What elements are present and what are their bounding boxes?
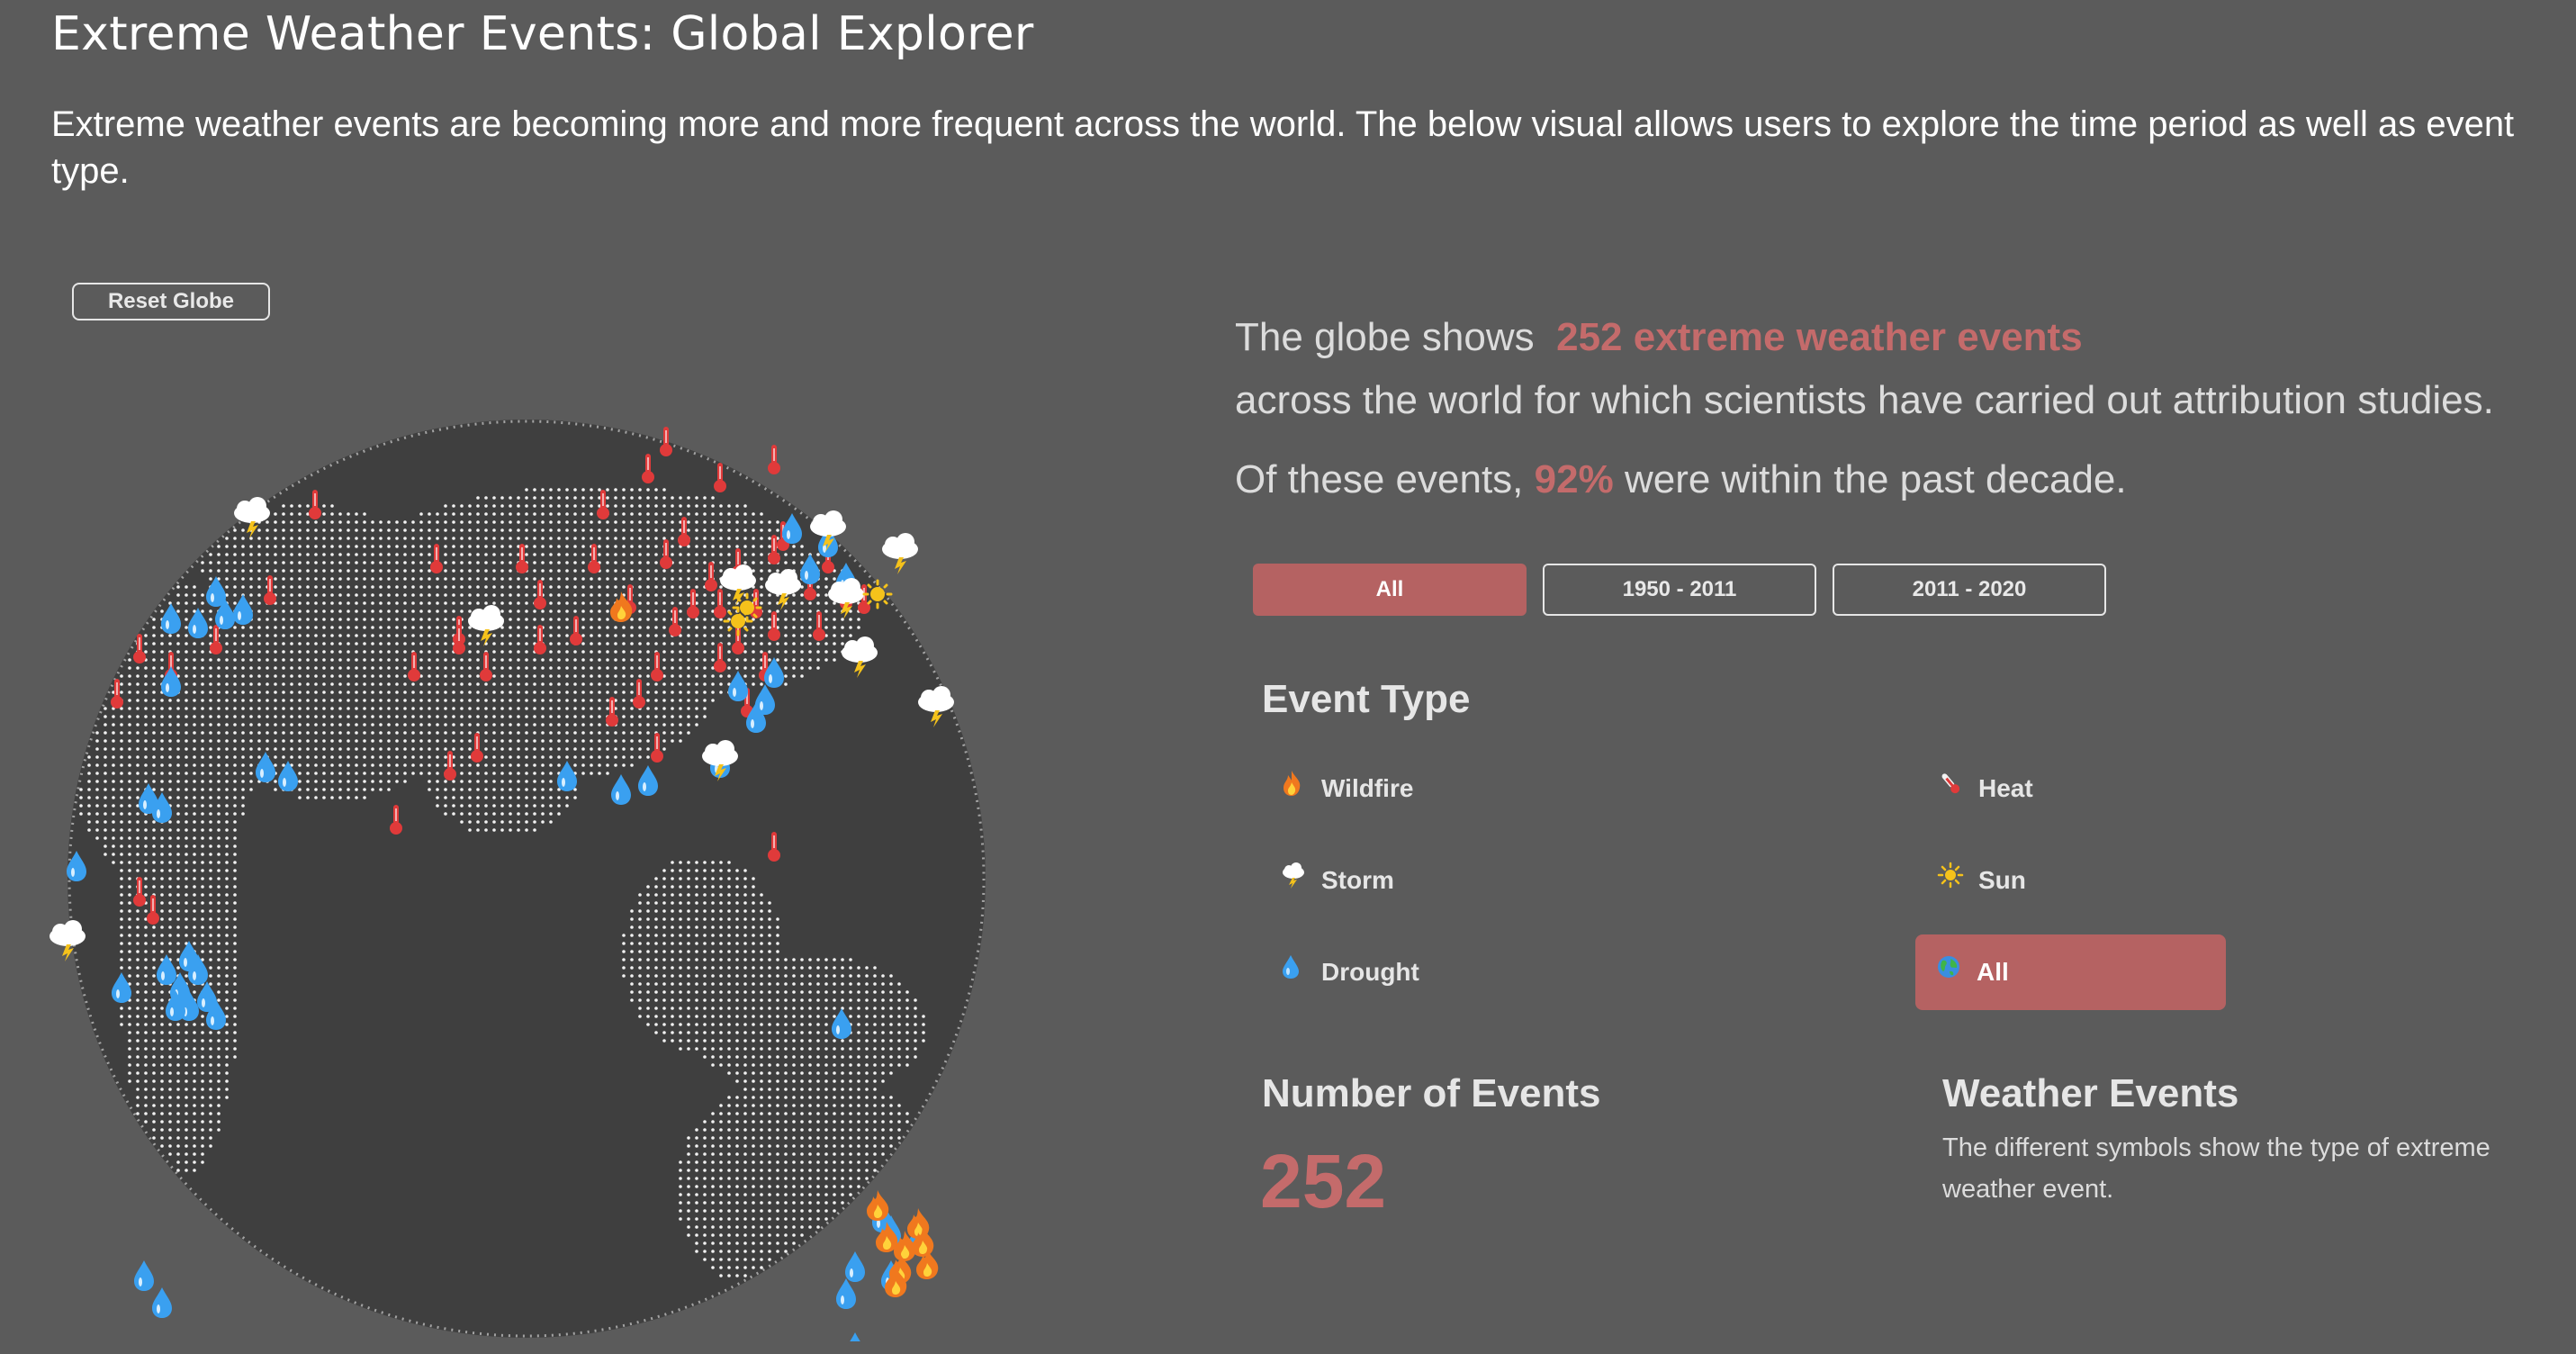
summary-prefix: Of these events,: [1235, 457, 1524, 501]
drought-marker: [836, 1278, 856, 1309]
storm-marker: [882, 533, 918, 574]
percent-highlight: 92%: [1534, 457, 1614, 501]
event-type-sun[interactable]: Sun: [1917, 843, 2223, 918]
sun-marker: [723, 606, 753, 636]
summary-line-3: Of these events, 92% were within the pas…: [1235, 457, 2127, 502]
event-type-heading: Event Type: [1262, 677, 1471, 721]
event-type-label: Storm: [1321, 866, 1394, 894]
number-of-events-heading: Number of Events: [1262, 1071, 1601, 1115]
event-type-heat[interactable]: Heat: [1917, 751, 2223, 826]
thermometer-icon: [1937, 751, 1969, 826]
period-all-button[interactable]: All: [1253, 564, 1527, 616]
storm-cloud-icon: [1280, 843, 1312, 918]
wildfire-marker: [867, 1190, 889, 1221]
summary-line-1: The globe shows 252 extreme weather even…: [1235, 315, 2083, 360]
weather-events-heading: Weather Events: [1942, 1071, 2239, 1115]
reset-globe-button[interactable]: Reset Globe: [72, 283, 270, 320]
event-type-wildfire[interactable]: Wildfire: [1260, 751, 1566, 826]
drought-marker: [850, 1332, 860, 1341]
event-type-label: Wildfire: [1321, 774, 1414, 802]
sun-marker: [862, 579, 893, 609]
weather-events-description: The different symbols show the type of e…: [1942, 1133, 2490, 1204]
page-title: Extreme Weather Events: Global Explorer: [51, 7, 1034, 61]
droplet-icon: [1280, 934, 1312, 1010]
summary-line-2: across the world for which scientists ha…: [1235, 378, 2494, 422]
event-type-drought[interactable]: Drought: [1260, 934, 1566, 1010]
fire-icon: [1280, 751, 1312, 826]
period-2011-2020-button[interactable]: 2011 - 2020: [1833, 564, 2106, 616]
globe[interactable]: [36, 378, 1008, 1341]
heat-marker: [768, 445, 780, 474]
event-type-label: All: [1977, 958, 2009, 986]
drought-marker: [134, 1260, 154, 1291]
globe-sphere[interactable]: [68, 420, 986, 1338]
event-type-label: Sun: [1978, 866, 2026, 894]
intro-text: Extreme weather events are becoming more…: [51, 104, 2515, 191]
period-1950-2011-button[interactable]: 1950 - 2011: [1543, 564, 1816, 616]
globe-icon: [1935, 934, 1968, 1010]
summary-prefix: The globe shows: [1235, 315, 1535, 359]
summary-suffix: were within the past decade.: [1624, 457, 2127, 501]
event-type-storm[interactable]: Storm: [1260, 843, 1566, 918]
event-type-label: Heat: [1978, 774, 2033, 802]
sun-icon: [1937, 843, 1969, 918]
number-of-events-value: 252: [1260, 1139, 1387, 1223]
event-count-highlight: 252 extreme weather events: [1556, 315, 2083, 359]
event-type-label: Drought: [1321, 958, 1419, 986]
event-type-all[interactable]: All: [1915, 934, 2226, 1010]
drought-marker: [845, 1251, 865, 1282]
drought-marker: [152, 1287, 172, 1318]
